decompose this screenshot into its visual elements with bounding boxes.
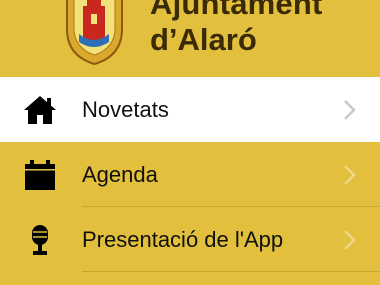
menu-item-label: Agenda (82, 162, 158, 187)
main-menu: Novetats Agenda Presentació de l'App (0, 77, 380, 272)
coat-of-arms-icon (66, 0, 123, 66)
chevron-right-icon (344, 165, 356, 185)
home-icon (24, 96, 56, 124)
chevron-right-icon (344, 100, 356, 120)
municipality-name-line2: d’Alaró (150, 22, 257, 57)
municipality-name-line1: Ajuntament (150, 0, 323, 21)
calendar-icon (25, 160, 55, 190)
menu-item-agenda[interactable]: Agenda (0, 142, 380, 207)
menu-item-label: Novetats (82, 97, 169, 122)
microphone-icon (32, 225, 48, 255)
menu-item-novetats[interactable]: Novetats (0, 77, 380, 142)
menu-item-label: Presentació de l'App (82, 227, 284, 252)
chevron-right-icon (344, 230, 356, 250)
menu-item-presentacio[interactable]: Presentació de l'App (0, 207, 380, 272)
app-header: Ajuntament d’Alaró (0, 0, 380, 77)
row-divider (82, 271, 380, 272)
